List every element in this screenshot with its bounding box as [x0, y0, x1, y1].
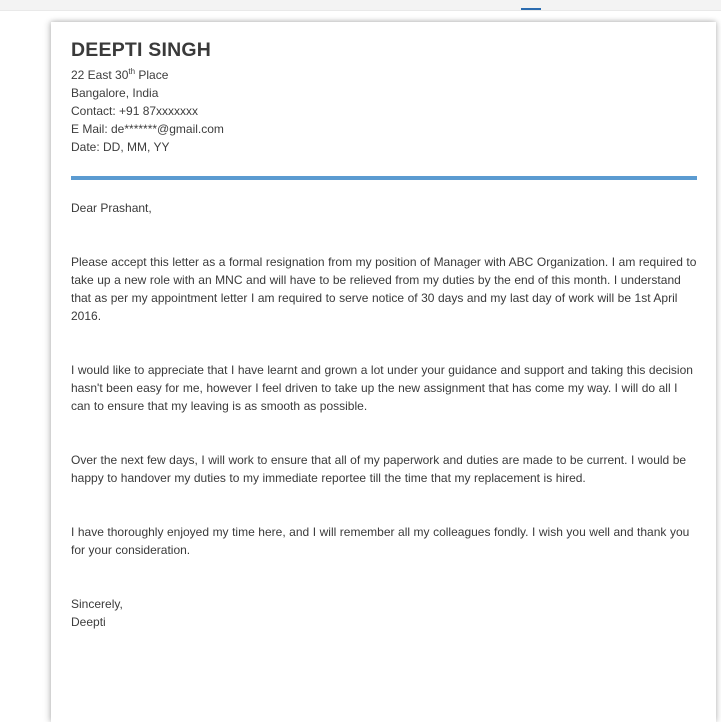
street-suffix-text: Place [135, 68, 169, 82]
body-paragraph-4: I have thoroughly enjoyed my time here, … [71, 525, 690, 557]
salutation: Dear Prashant, [71, 201, 152, 215]
sender-email: E Mail: de*******@gmail.com [71, 122, 224, 136]
top-toolbar-strip [0, 0, 721, 11]
letter-date: Date: DD, MM, YY [71, 140, 170, 154]
body-paragraph-3: Over the next few days, I will work to e… [71, 453, 687, 485]
sender-street: 22 East 30th Place [71, 66, 697, 84]
closing: Sincerely, [71, 597, 123, 611]
signature: Deepti [71, 615, 106, 629]
street-text: 22 East 30 [71, 68, 129, 82]
toolbar-handle-icon[interactable] [521, 1, 541, 10]
document-page: DEEPTI SINGH 22 East 30th Place Bangalor… [51, 22, 716, 722]
letter-content: DEEPTI SINGH 22 East 30th Place Bangalor… [71, 38, 697, 631]
sender-contact: Contact: +91 87xxxxxxx [71, 104, 199, 118]
header-divider [71, 176, 697, 180]
body-paragraph-1: Please accept this letter as a formal re… [71, 255, 697, 323]
sender-name: DEEPTI SINGH [71, 39, 212, 61]
sender-city: Bangalore, India [71, 86, 159, 100]
body-paragraph-2: I would like to appreciate that I have l… [71, 363, 693, 413]
